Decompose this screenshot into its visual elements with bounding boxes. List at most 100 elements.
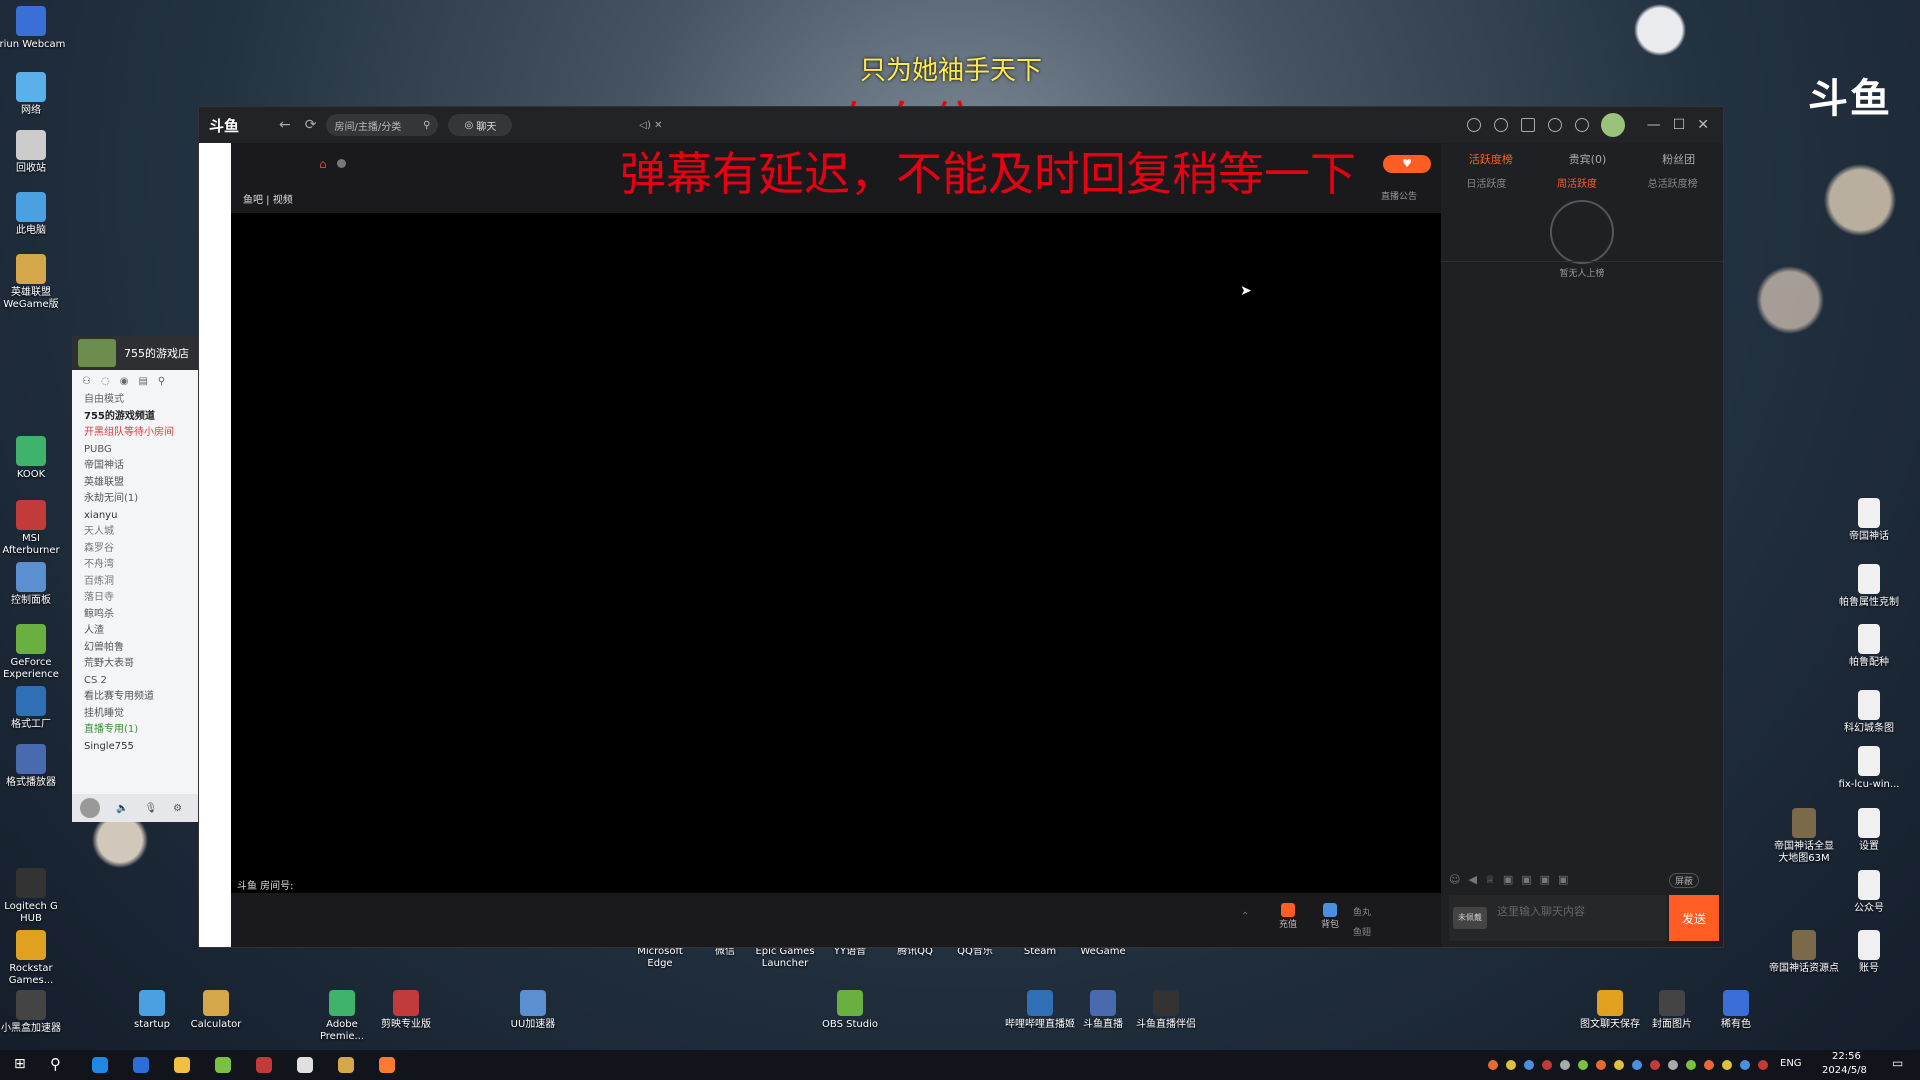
desktop-icon[interactable]: Iriun Webcam: [0, 6, 66, 51]
desktop-icon[interactable]: 公众号: [1833, 870, 1905, 915]
channel-item[interactable]: 永劫无间(1): [72, 491, 198, 508]
close-icon[interactable]: ✕: [1697, 117, 1709, 133]
subtab-weekly[interactable]: 周活跃度: [1557, 175, 1597, 190]
tray-icon[interactable]: [1686, 1060, 1696, 1070]
taskbar-app-icon[interactable]: [338, 1057, 354, 1073]
tool-icon-a[interactable]: ▣: [1503, 873, 1513, 886]
settings-icon[interactable]: ⚙: [173, 803, 182, 814]
subtab-daily[interactable]: 日活跃度: [1466, 175, 1506, 190]
user-avatar[interactable]: [1600, 113, 1625, 137]
channel-item[interactable]: 英雄联盟: [72, 475, 198, 492]
desktop-icon[interactable]: 回收站: [0, 130, 66, 175]
mic-icon[interactable]: 🎙: [144, 803, 157, 814]
mode-select[interactable]: 自由模式: [72, 392, 198, 409]
desktop-icon[interactable]: Rockstar Games...: [0, 930, 66, 987]
desktop-icon[interactable]: 控制面板: [0, 562, 66, 607]
desktop-icon[interactable]: KOOK: [0, 436, 66, 481]
desktop-icon[interactable]: 稀有色: [1701, 990, 1771, 1031]
desktop-icon[interactable]: Microsoft Edge: [625, 946, 695, 970]
self-avatar[interactable]: [80, 798, 100, 818]
desktop-icon[interactable]: 此电脑: [0, 192, 66, 237]
tray-icon[interactable]: [1668, 1060, 1678, 1070]
recharge-button[interactable]: 充值: [1271, 903, 1305, 930]
taskbar-app-icon[interactable]: [174, 1057, 190, 1073]
emoji-icon[interactable]: ☺: [1449, 873, 1460, 886]
mute-icon[interactable]: ◁): [639, 120, 651, 131]
desktop-icon[interactable]: 斗鱼直播: [1068, 990, 1138, 1031]
send-button[interactable]: 发送: [1669, 895, 1719, 941]
desktop-icon[interactable]: startup: [117, 990, 187, 1031]
home-icon[interactable]: ⌂: [319, 157, 327, 171]
announcement-link[interactable]: 直播公告: [1381, 189, 1417, 202]
channel-item[interactable]: 森罗谷: [72, 541, 198, 558]
tray-icon[interactable]: [1524, 1060, 1534, 1070]
tray-icon[interactable]: [1650, 1060, 1660, 1070]
location-icon[interactable]: ◉: [120, 376, 129, 387]
tray-icon[interactable]: [1542, 1060, 1552, 1070]
channel-item[interactable]: 天人城: [72, 524, 198, 541]
kook-server-header[interactable]: 755的游戏店: [72, 336, 198, 370]
taskbar-app-icon[interactable]: [256, 1057, 272, 1073]
channel-item[interactable]: 开黑组队等待小房间: [72, 425, 198, 442]
chat-input[interactable]: 未佩戴 这里输入聊天内容: [1449, 895, 1667, 941]
tool-icon-b[interactable]: ▣: [1521, 873, 1531, 886]
taskbar-app-icon[interactable]: [92, 1057, 108, 1073]
chat-button[interactable]: ◎ 聊天: [448, 114, 513, 136]
speaker-icon[interactable]: 🔈: [116, 803, 128, 814]
tray-icon[interactable]: [1596, 1060, 1606, 1070]
tray-icon[interactable]: [1632, 1060, 1642, 1070]
desktop-icon[interactable]: 帕鲁配种: [1833, 624, 1905, 669]
user-icon[interactable]: ⚇: [82, 376, 91, 387]
refresh-icon[interactable]: ⟳: [305, 117, 317, 133]
tray-icon[interactable]: [1578, 1060, 1588, 1070]
taskbar-app-icon[interactable]: [379, 1057, 395, 1073]
desktop-icon[interactable]: GeForce Experience: [0, 624, 66, 681]
message-icon[interactable]: [1547, 118, 1562, 132]
settings-icon[interactable]: [1574, 118, 1589, 132]
desktop-icon[interactable]: 账号: [1833, 930, 1905, 975]
minimize-icon[interactable]: —: [1647, 117, 1661, 133]
desktop-icon[interactable]: 英雄联盟 WeGame版: [0, 254, 66, 311]
desktop-icon[interactable]: Calculator: [181, 990, 251, 1031]
desktop-icon[interactable]: 格式工厂: [0, 686, 66, 731]
tab-vip[interactable]: 贵宾(0): [1569, 151, 1607, 167]
backpack-button[interactable]: 背包: [1313, 903, 1347, 930]
tray-icon[interactable]: [1614, 1060, 1624, 1070]
channel-item[interactable]: 直播专用(1): [72, 722, 198, 739]
desktop-icon[interactable]: fix-lcu-win...: [1833, 746, 1905, 791]
desktop-icon[interactable]: 帝国神话资源点: [1768, 930, 1840, 975]
desktop-icon[interactable]: Epic Games Launcher: [750, 946, 820, 970]
clock-date[interactable]: 2024/5/8: [1822, 1065, 1867, 1076]
video-player[interactable]: 斗鱼 房间号: ➤: [231, 213, 1441, 893]
close-tab-icon[interactable]: ✕: [654, 120, 662, 131]
desktop-icon[interactable]: 帝国神话全显 大地图63M: [1768, 808, 1840, 865]
calendar-icon[interactable]: [1520, 118, 1535, 132]
desktop-icon[interactable]: 图文聊天保存: [1575, 990, 1645, 1031]
favorite-icon[interactable]: [1493, 118, 1508, 132]
back-icon[interactable]: ←: [279, 117, 291, 133]
shield-toggle[interactable]: 屏蔽: [1669, 873, 1700, 888]
tab-fan-club[interactable]: 粉丝团: [1662, 151, 1695, 167]
desktop-icon[interactable]: 帕鲁属性克制: [1833, 564, 1905, 609]
room-tag[interactable]: 鱼吧 | 视频: [243, 191, 293, 206]
search-icon[interactable]: ⚲: [423, 120, 430, 131]
channel-item[interactable]: 挂机睡觉: [72, 706, 198, 723]
channel-item[interactable]: 百炼洞: [72, 574, 198, 591]
desktop-icon[interactable]: Logitech G HUB: [0, 868, 66, 925]
search-icon[interactable]: ⚲: [50, 1055, 61, 1073]
level-badge[interactable]: 未佩戴: [1453, 907, 1487, 929]
clock-time[interactable]: 22:56: [1832, 1051, 1861, 1062]
tab-activity-rank[interactable]: 活跃度榜: [1469, 151, 1513, 167]
desktop-icon[interactable]: 斗鱼直播伴侣: [1131, 990, 1201, 1031]
channel-item[interactable]: 帝国神话: [72, 458, 198, 475]
channel-item[interactable]: Single755: [72, 739, 198, 756]
channel-item[interactable]: 看比赛专用频道: [72, 689, 198, 706]
douyu-logo[interactable]: 斗鱼: [209, 115, 265, 136]
desktop-icon[interactable]: 哔哩哔哩直播姬: [1005, 990, 1075, 1031]
desktop-icon[interactable]: 小黑盒加速器: [0, 990, 66, 1035]
channel-item[interactable]: 落日寺: [72, 590, 198, 607]
desktop-icon[interactable]: 网络: [0, 72, 66, 117]
tray-icon[interactable]: [1758, 1060, 1768, 1070]
subtab-total[interactable]: 总活跃度榜: [1648, 175, 1698, 190]
tool-icon-d[interactable]: ▣: [1558, 873, 1568, 886]
